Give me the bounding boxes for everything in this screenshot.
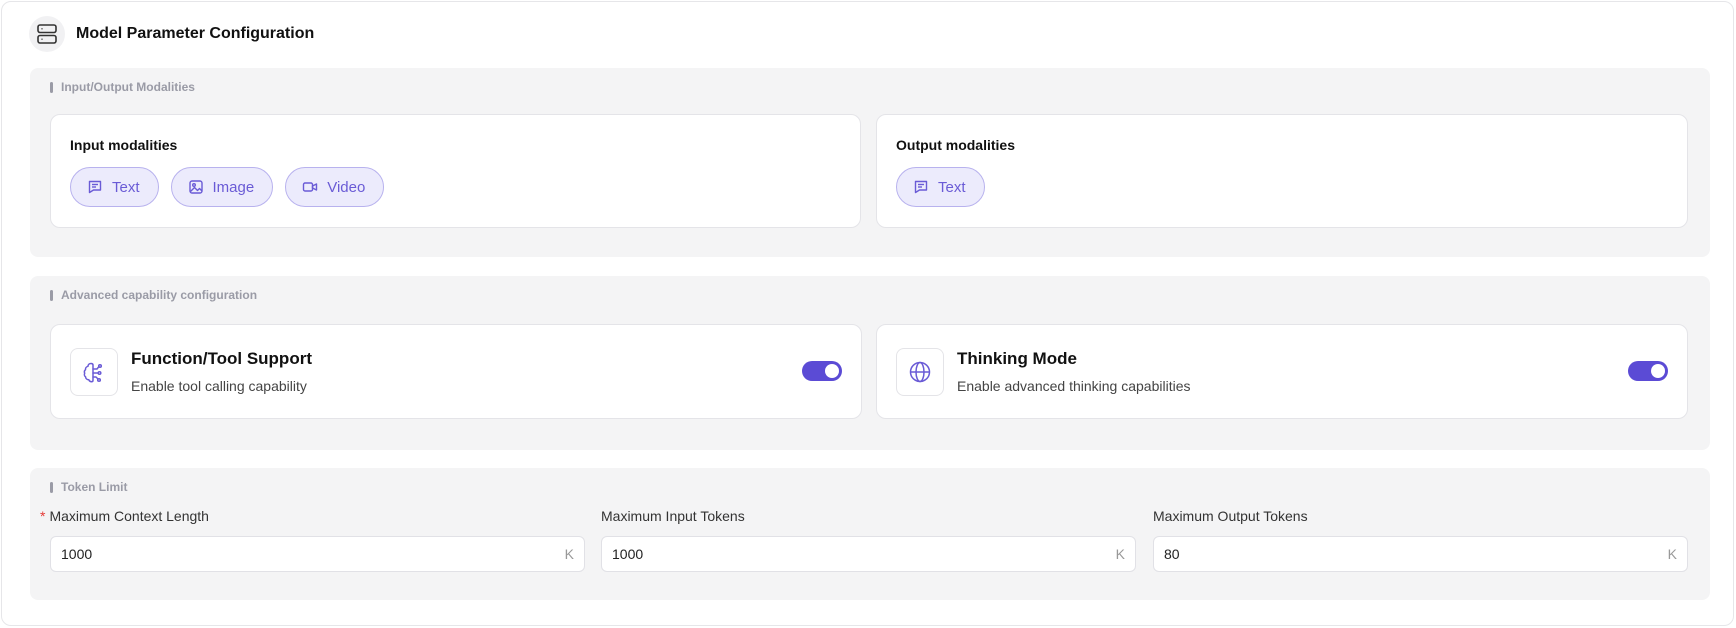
- max-context-length-input[interactable]: [61, 546, 574, 562]
- modality-chip-text[interactable]: Text: [70, 167, 159, 207]
- max-context-length-field: * Maximum Context Length K: [40, 506, 585, 572]
- function-tool-title: Function/Tool Support: [131, 349, 312, 368]
- function-tool-toggle[interactable]: [802, 361, 842, 381]
- max-output-tokens-label: Maximum Output Tokens: [1153, 508, 1308, 524]
- unit-suffix: K: [1667, 546, 1677, 562]
- section-marker: [50, 81, 53, 93]
- modalities-section: Input/Output Modalities Input modalities…: [30, 68, 1710, 257]
- max-input-tokens-label: Maximum Input Tokens: [601, 508, 745, 524]
- thinking-mode-toggle[interactable]: [1628, 361, 1668, 381]
- video-icon: [302, 179, 318, 195]
- output-modality-chips: Text: [896, 167, 985, 207]
- token-limit-section: Token Limit * Maximum Context Length K M…: [30, 468, 1710, 600]
- thinking-mode-title: Thinking Mode: [957, 349, 1077, 368]
- section-label: Token Limit: [50, 480, 127, 494]
- modality-chip-image[interactable]: Image: [170, 167, 274, 207]
- output-modalities-card: Output modalities Text: [876, 114, 1688, 228]
- max-output-tokens-input[interactable]: [1164, 546, 1677, 562]
- section-label: Advanced capability configuration: [50, 288, 257, 302]
- section-marker: [50, 481, 53, 493]
- toggle-knob: [825, 364, 839, 378]
- server-icon: [29, 16, 65, 52]
- thinking-mode-description: Enable advanced thinking capabilities: [957, 378, 1191, 394]
- section-label: Input/Output Modalities: [50, 80, 195, 94]
- advanced-capability-section: Advanced capability configuration Functi…: [30, 276, 1710, 450]
- text-icon: [913, 179, 929, 195]
- text-icon: [87, 179, 103, 195]
- panel-header: Model Parameter Configuration: [29, 16, 314, 52]
- max-input-tokens-input-box: K: [601, 536, 1136, 572]
- max-output-tokens-field: Maximum Output Tokens K: [1153, 506, 1688, 572]
- output-modalities-title: Output modalities: [896, 137, 1015, 153]
- thinking-mode-card: Thinking Mode Enable advanced thinking c…: [876, 324, 1688, 419]
- model-parameter-panel: Model Parameter Configuration Input/Outp…: [1, 1, 1734, 626]
- input-modalities-card: Input modalities Text Image Video: [50, 114, 861, 228]
- section-marker: [50, 289, 53, 301]
- modality-chip-text[interactable]: Text: [896, 167, 985, 207]
- function-tool-description: Enable tool calling capability: [131, 378, 307, 394]
- unit-suffix: K: [564, 546, 574, 562]
- image-icon: [188, 179, 204, 195]
- brain-icon: [70, 348, 118, 396]
- function-tool-card: Function/Tool Support Enable tool callin…: [50, 324, 862, 419]
- toggle-knob: [1651, 364, 1665, 378]
- max-input-tokens-field: Maximum Input Tokens K: [601, 506, 1136, 572]
- input-modality-chips: Text Image Video: [70, 167, 385, 207]
- required-marker: *: [40, 508, 46, 524]
- max-context-length-input-box: K: [50, 536, 585, 572]
- max-output-tokens-input-box: K: [1153, 536, 1688, 572]
- page-title: Model Parameter Configuration: [76, 25, 315, 42]
- max-context-length-label: Maximum Context Length: [49, 508, 209, 524]
- globe-icon: [896, 348, 944, 396]
- modality-chip-video[interactable]: Video: [285, 167, 385, 207]
- max-input-tokens-input[interactable]: [612, 546, 1125, 562]
- input-modalities-title: Input modalities: [70, 137, 178, 153]
- unit-suffix: K: [1115, 546, 1125, 562]
